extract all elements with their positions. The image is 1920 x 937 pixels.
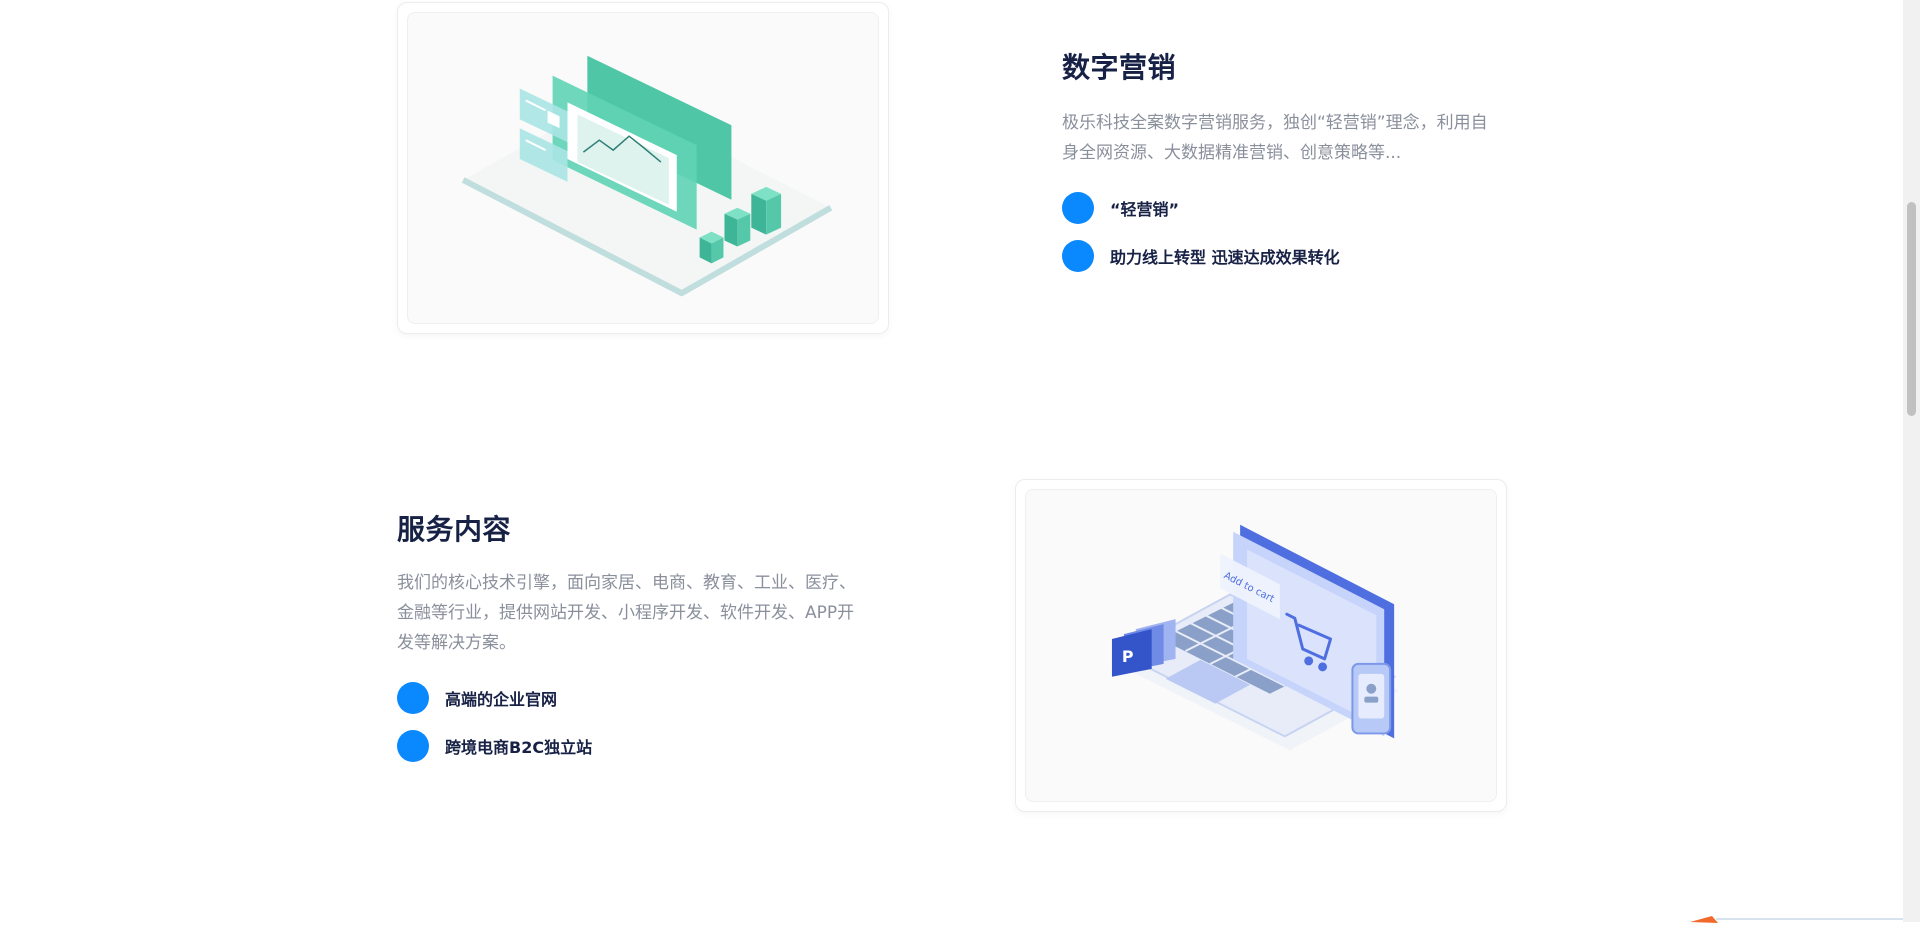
service-section: 服务内容 我们的核心技术引擎，面向家居、电商、教育、工业、医疗、 金融等行业，提… bbox=[397, 510, 857, 778]
service-illustration: Add to cart P bbox=[1025, 489, 1497, 802]
service-title: 服务内容 bbox=[397, 513, 512, 546]
list-item: 跨境电商B2C独立站 bbox=[397, 730, 857, 762]
marketing-illustration bbox=[407, 12, 879, 324]
list-item: 高端的企业官网 bbox=[397, 682, 857, 714]
service-illustration-card: Add to cart P bbox=[1015, 479, 1507, 812]
page-scrollbar[interactable] bbox=[1903, 0, 1920, 922]
bullet-dot-icon bbox=[1062, 240, 1094, 272]
list-item: “轻营销” bbox=[1062, 192, 1502, 224]
feature-label: 高端的企业官网 bbox=[445, 690, 558, 709]
laptop-shopping-cart-icon: Add to cart P bbox=[1111, 524, 1400, 751]
marketing-illustration-card bbox=[397, 2, 889, 334]
list-item: 助力线上转型 迅速达成效果转化 bbox=[1062, 240, 1502, 272]
bullet-dot-icon bbox=[397, 682, 429, 714]
data-screens-chart-icon bbox=[461, 55, 833, 297]
feature-label: “轻营销” bbox=[1110, 200, 1180, 219]
bullet-dot-icon bbox=[1062, 192, 1094, 224]
feature-label: 跨境电商B2C独立站 bbox=[445, 738, 593, 757]
marketing-section: 数字营销 极乐科技全案数字营销服务，独创“轻营销”理念，利用自身全网资源、大数据… bbox=[1062, 48, 1502, 288]
scrollbar-thumb[interactable] bbox=[1907, 202, 1916, 416]
floating-widget[interactable] bbox=[1690, 913, 1903, 933]
feature-label: 助力线上转型 迅速达成效果转化 bbox=[1110, 248, 1340, 267]
service-description: 我们的核心技术引擎，面向家居、电商、教育、工业、医疗、 金融等行业，提供网站开发… bbox=[397, 573, 856, 653]
marketing-title: 数字营销 bbox=[1062, 51, 1177, 84]
marketing-description: 极乐科技全案数字营销服务，独创“轻营销”理念，利用自身全网资源、大数据精准营销、… bbox=[1062, 113, 1488, 163]
bullet-dot-icon bbox=[397, 730, 429, 762]
marketing-feature-list: “轻营销” 助力线上转型 迅速达成效果转化 bbox=[1062, 192, 1502, 272]
svg-text:P: P bbox=[1122, 647, 1134, 666]
service-feature-list: 高端的企业官网 跨境电商B2C独立站 bbox=[397, 682, 857, 762]
